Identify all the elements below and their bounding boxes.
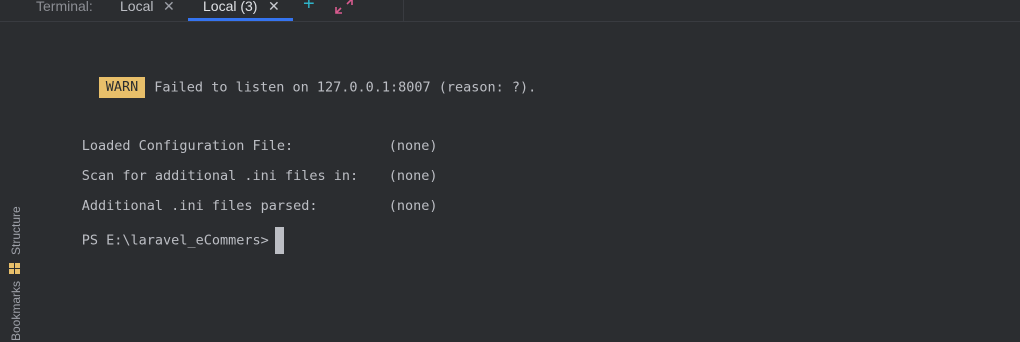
divider xyxy=(403,0,404,21)
warn-badge: WARN xyxy=(98,77,146,98)
terminal-tool-title: Terminal: xyxy=(36,0,93,14)
text-cursor xyxy=(274,227,284,254)
terminal-tab-bar: Terminal: Local ✕ Local (3) ✕ + xyxy=(0,0,1020,22)
new-terminal-button[interactable]: + xyxy=(303,0,315,14)
bookmarks-tool-button[interactable]: Bookmarks xyxy=(0,277,24,342)
shell-prompt-line[interactable]: PS E:\laravel_eCommers> xyxy=(33,209,284,272)
warning-line: WARN Failed to listen on 127.0.0.1:8007 (… xyxy=(50,59,536,116)
structure-tool-button[interactable]: Structure xyxy=(0,177,24,274)
close-icon[interactable]: ✕ xyxy=(163,0,175,15)
tab-label: Local (3) xyxy=(203,0,258,14)
close-icon[interactable]: ✕ xyxy=(268,0,280,15)
shell-prompt: PS E:\laravel_eCommers> xyxy=(81,232,269,249)
config-value: (none) xyxy=(388,198,438,214)
bookmarks-tool-label: Bookmarks xyxy=(9,280,23,341)
structure-icon xyxy=(9,261,20,274)
expand-icon[interactable] xyxy=(335,0,353,14)
tab-label: Local xyxy=(120,0,154,14)
warn-message: Failed to listen on 127.0.0.1:8007 (reas… xyxy=(154,79,537,96)
active-tab-indicator xyxy=(188,18,293,21)
ide-terminal-window: Terminal: Local ✕ Local (3) ✕ + Structur… xyxy=(0,0,1020,342)
terminal-output[interactable]: WARN Failed to listen on 127.0.0.1:8007 (… xyxy=(24,22,1020,342)
tab-local[interactable]: Local ✕ xyxy=(108,0,186,21)
tab-local-3[interactable]: Local (3) ✕ xyxy=(188,0,293,21)
left-tool-strip: Structure Bookmarks xyxy=(0,22,24,342)
structure-tool-label: Structure xyxy=(9,206,23,255)
